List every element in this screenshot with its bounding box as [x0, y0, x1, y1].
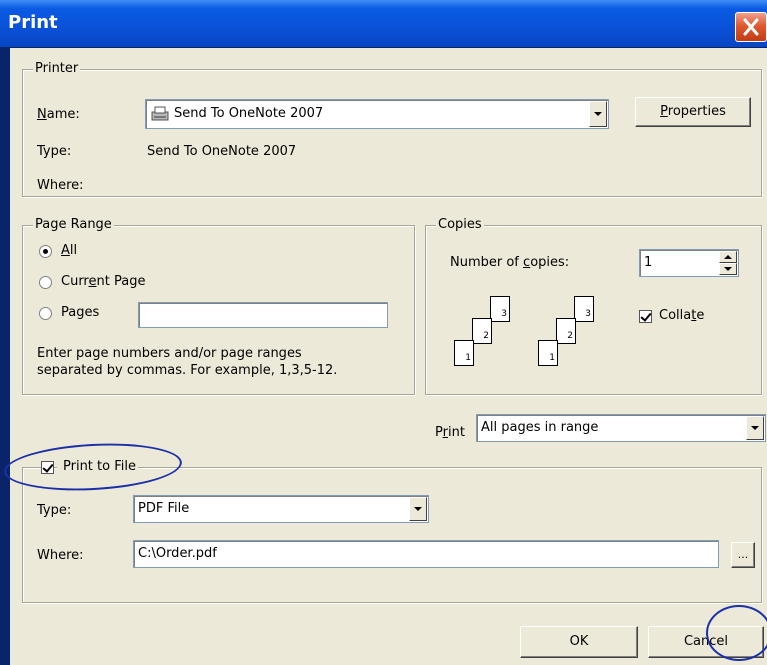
spin-down-button[interactable]	[719, 263, 737, 275]
collate-illustration-a: 3 2 1	[454, 296, 514, 386]
collate-label[interactable]: Collate	[659, 308, 704, 323]
printer-icon	[151, 106, 169, 121]
copies-spinner[interactable]: 1	[639, 249, 739, 277]
printer-group: Printer Name: Send To OneNote 2007 Prope…	[22, 61, 762, 197]
dialog-body: Printer Name: Send To OneNote 2007 Prope…	[2, 48, 767, 665]
browse-button[interactable]: ...	[731, 542, 755, 568]
pages-input[interactable]	[138, 302, 388, 328]
type-label: Type:	[37, 144, 72, 159]
copies-value: 1	[644, 255, 653, 270]
chevron-down-icon	[594, 112, 602, 116]
annotation-circle-cancel	[706, 605, 767, 661]
page-range-group: Page Range All Current Page Pages Enter …	[22, 217, 415, 395]
name-label: Name:	[37, 107, 80, 122]
chevron-down-icon	[414, 507, 422, 511]
collate-illustration-b: 3 2 1	[538, 296, 598, 386]
page-range-legend: Page Range	[33, 217, 114, 232]
page-3: 3	[574, 296, 594, 322]
radio-pages[interactable]	[39, 307, 52, 320]
file-type-select[interactable]: PDF File	[133, 495, 429, 523]
file-path-input[interactable]: C:\Order.pdf	[133, 540, 719, 568]
print-to-file-group: Print to File Type: PDF File Where: C:\O…	[22, 459, 762, 603]
printer-name-value: Send To OneNote 2007	[174, 106, 324, 121]
file-where-label: Where:	[37, 548, 84, 563]
page-range-help-1: Enter page numbers and/or page ranges	[37, 346, 302, 361]
page-range-help-2: separated by commas. For example, 1,3,5-…	[37, 363, 338, 378]
page-3: 3	[490, 296, 510, 322]
file-type-dropdown-button[interactable]	[409, 497, 427, 521]
page-2: 2	[472, 318, 492, 344]
close-icon	[743, 18, 759, 36]
file-type-value: PDF File	[138, 501, 190, 516]
page-1: 1	[454, 340, 474, 366]
radio-all-label[interactable]: All	[61, 243, 77, 258]
print-what-dropdown-button[interactable]	[746, 416, 764, 440]
chevron-down-icon	[751, 426, 759, 430]
printer-name-select[interactable]: Send To OneNote 2007	[145, 99, 609, 129]
dialog-title: Print	[8, 12, 58, 33]
radio-current-page-label[interactable]: Current Page	[61, 274, 145, 289]
browse-label: ...	[737, 548, 749, 561]
ok-label: OK	[569, 634, 589, 649]
spin-up-icon	[724, 255, 732, 259]
file-type-label: Type:	[37, 503, 72, 518]
title-bar[interactable]: Print	[0, 0, 767, 47]
print-dialog: Print Printer Name: Send To OneNote 2007…	[0, 0, 767, 665]
radio-pages-label[interactable]: Pages	[61, 305, 99, 320]
radio-current-page[interactable]	[39, 276, 52, 289]
print-to-file-checkbox[interactable]	[41, 461, 54, 474]
file-path-value: C:\Order.pdf	[138, 546, 217, 561]
spin-up-button[interactable]	[719, 251, 737, 263]
ok-button[interactable]: OK	[520, 626, 638, 658]
print-what-value: All pages in range	[481, 420, 599, 435]
page-2: 2	[556, 318, 576, 344]
page-1: 1	[538, 340, 558, 366]
copies-legend: Copies	[436, 217, 484, 232]
printer-type-value: Send To OneNote 2007	[147, 144, 297, 159]
where-label: Where:	[37, 178, 84, 193]
copies-group: Copies Number of copies: 1 3 2 1 3 2 1 C…	[425, 217, 762, 395]
properties-button[interactable]: Properties	[635, 97, 751, 127]
number-of-copies-label: Number of copies:	[450, 255, 570, 270]
printer-dropdown-button[interactable]	[589, 101, 607, 127]
radio-all[interactable]	[39, 245, 52, 258]
close-button[interactable]	[735, 12, 767, 42]
print-what-select[interactable]: All pages in range	[476, 414, 766, 442]
collate-checkbox[interactable]	[639, 310, 652, 323]
printer-legend: Printer	[33, 61, 81, 76]
print-what-label: Print	[435, 425, 465, 440]
spin-down-icon	[724, 267, 732, 271]
